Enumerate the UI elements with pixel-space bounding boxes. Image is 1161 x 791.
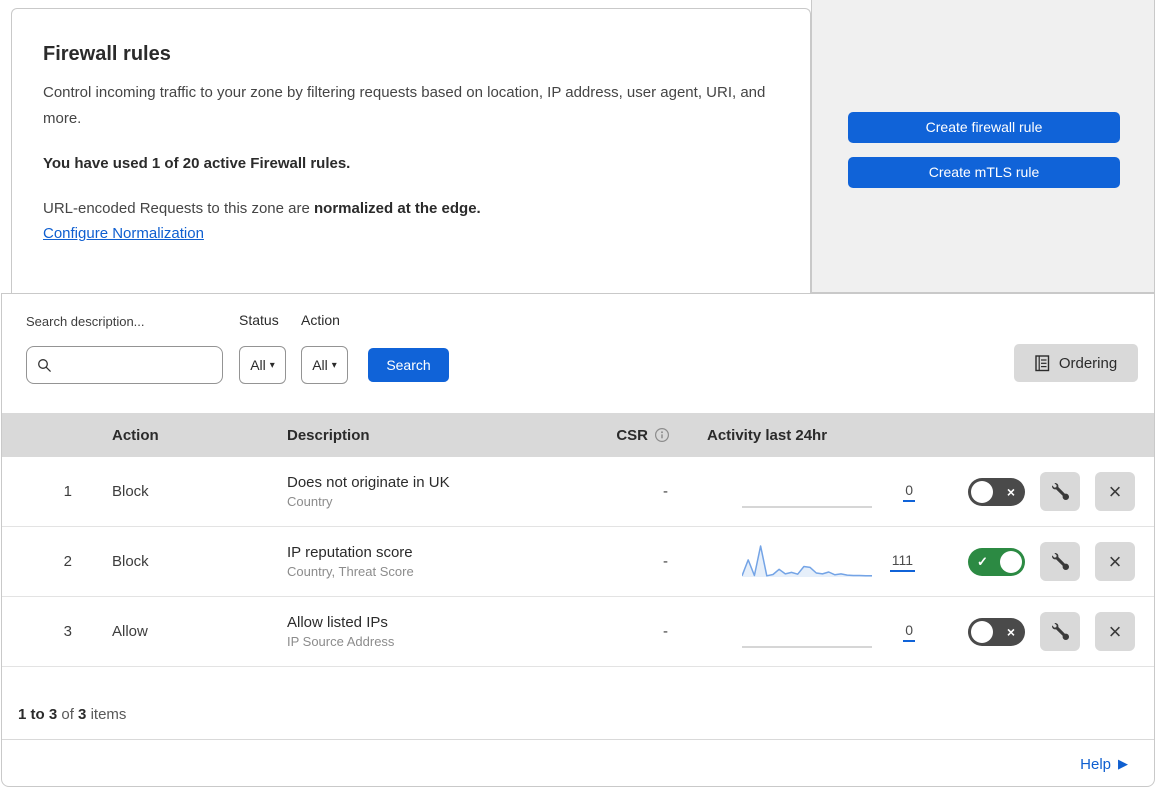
status-filter-dropdown[interactable]: All ▾ [239,346,286,384]
rule-description-cell: Does not originate in UK Country [287,474,597,509]
rule-enabled-toggle[interactable]: ✓ × [968,617,1025,646]
page-description: Control incoming traffic to your zone by… [43,84,766,128]
rule-activity-cell: 0 [672,613,932,651]
rule-priority: 3 [63,623,72,640]
close-icon: × [1108,548,1122,574]
rule-csr: - [663,623,668,640]
activity-sparkline [742,505,872,508]
cross-icon: × [1006,623,1015,640]
pagination-total: 3 [78,706,87,723]
help-row: Help ▶ [2,740,1154,788]
intro-card: Firewall rules Control incoming traffic … [11,8,811,293]
ordering-list-icon [1035,354,1050,371]
delete-rule-button[interactable]: × [1095,472,1135,511]
wrench-icon [1051,483,1069,500]
page-title: Firewall rules [43,43,171,65]
toggle-knob [971,620,993,643]
info-icon[interactable] [654,427,670,443]
rule-activity-cell: 0 [672,473,932,511]
activity-count-link[interactable]: 0 [903,622,915,642]
status-filter-value: All [250,357,266,373]
table-row: 1 Block Does not originate in UK Country… [2,457,1154,527]
search-description-label: Search description... [26,314,145,329]
rule-fields: IP Source Address [287,634,395,649]
status-filter-label: Status [239,312,279,328]
rule-description: Allow listed IPs [287,614,388,631]
rule-controls: ✓ × × [932,542,1154,581]
rule-priority: 2 [63,553,72,570]
rule-activity-cell: 111 [672,543,932,581]
chevron-down-icon: ▾ [331,359,337,371]
rule-priority: 1 [63,483,72,500]
create-mtls-rule-button[interactable]: Create mTLS rule [848,157,1120,188]
activity-count-link[interactable]: 0 [903,482,915,502]
header-activity: Activity last 24hr [707,426,828,444]
table-row: 2 Block IP reputation score Country, Thr… [2,527,1154,597]
actions-panel: Create firewall rule Create mTLS rule [811,0,1155,293]
pagination-items: items [90,706,127,723]
search-input[interactable] [60,357,210,373]
table-header: Action Description CSR Activity last 24h… [2,413,1154,457]
pagination-summary: 1 to 3 of 3 items [2,667,1154,740]
toggle-knob [971,480,993,503]
header-csr: CSR [597,427,672,444]
help-link-label: Help [1080,755,1111,773]
activity-sparkline [742,544,872,577]
wrench-icon [1051,623,1069,640]
cross-icon: × [1006,483,1015,500]
arrow-right-icon: ▶ [1118,756,1128,771]
firewall-rules-page: Firewall rules Control incoming traffic … [0,0,1161,791]
header-description: Description [287,426,370,444]
edit-rule-button[interactable] [1040,612,1080,651]
rule-action: Block [112,553,149,570]
create-firewall-rule-button[interactable]: Create firewall rule [848,112,1120,143]
normalization-bold: normalized at the edge. [314,199,481,217]
search-button[interactable]: Search [368,348,449,382]
edit-rule-button[interactable] [1040,472,1080,511]
rule-action: Allow [112,623,148,640]
rule-controls: ✓ × × [932,612,1154,651]
close-icon: × [1108,618,1122,644]
pagination-range: 1 to 3 [18,706,58,723]
rule-fields: Country [287,494,333,509]
configure-normalization-link[interactable]: Configure Normalization [43,225,204,242]
rule-description: IP reputation score [287,544,413,561]
rule-fields: Country, Threat Score [287,564,414,579]
search-box [26,346,223,384]
usage-summary: You have used 1 of 20 active Firewall ru… [43,154,351,172]
rule-enabled-toggle[interactable]: ✓ × [968,547,1025,576]
rule-csr: - [663,553,668,570]
check-icon: ✓ [977,553,988,569]
activity-sparkline [742,645,872,648]
search-icon [38,358,51,372]
normalization-note: URL-encoded Requests to this zone are no… [43,200,770,217]
rule-enabled-toggle[interactable]: ✓ × [968,477,1025,506]
edit-rule-button[interactable] [1040,542,1080,581]
toggle-knob [1000,550,1022,573]
filter-bar: Search description... Status Action All … [2,294,1154,413]
rule-description-cell: Allow listed IPs IP Source Address [287,614,597,649]
chevron-down-icon: ▾ [269,359,275,371]
rule-description-cell: IP reputation score Country, Threat Scor… [287,544,597,579]
rule-csr: - [663,483,668,500]
table-row: 3 Allow Allow listed IPs IP Source Addre… [2,597,1154,667]
help-link[interactable]: Help ▶ [1080,756,1128,773]
action-filter-dropdown[interactable]: All ▾ [301,346,348,384]
action-filter-label: Action [301,312,340,328]
close-icon: × [1108,478,1122,504]
ordering-button[interactable]: Ordering [1014,344,1138,382]
rule-description: Does not originate in UK [287,474,450,491]
normalization-text: URL-encoded Requests to this zone are [43,199,314,217]
activity-count-link[interactable]: 111 [889,552,915,572]
rules-card: Search description... Status Action All … [1,293,1155,787]
delete-rule-button[interactable]: × [1095,612,1135,651]
rule-controls: ✓ × × [932,472,1154,511]
wrench-icon [1051,553,1069,570]
ordering-button-label: Ordering [1058,354,1118,372]
action-filter-value: All [312,357,328,373]
rule-action: Block [112,483,149,500]
header-action: Action [112,426,159,444]
delete-rule-button[interactable]: × [1095,542,1135,581]
pagination-of: of [61,706,74,723]
